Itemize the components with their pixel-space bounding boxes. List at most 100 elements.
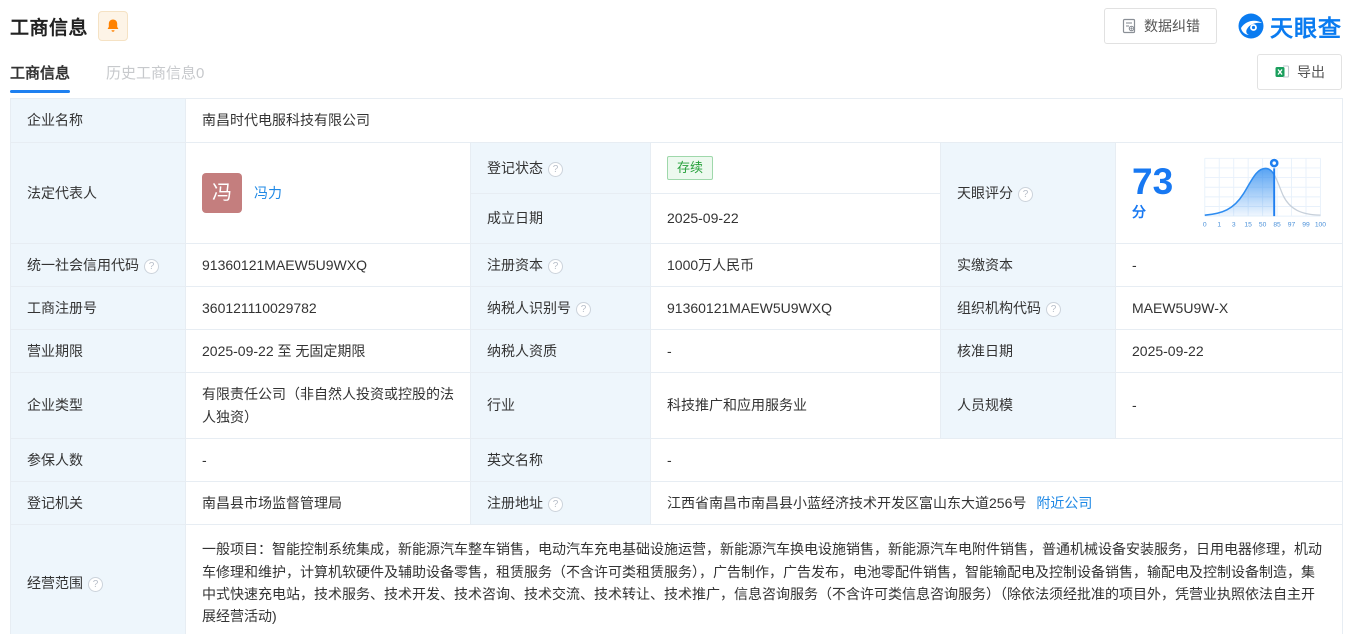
svg-text:99: 99: [1302, 222, 1310, 229]
reg-status-label: 登记状态: [487, 160, 543, 176]
table-row: 统一社会信用代码? 91360121MAEW5U9WXQ 注册资本? 1000万…: [11, 244, 1343, 287]
table-row: 工商注册号 360121110029782 纳税人识别号? 91360121MA…: [11, 287, 1343, 330]
credit-code-value: 91360121MAEW5U9WXQ: [186, 244, 471, 287]
taxpayer-quality-value: -: [651, 330, 941, 373]
score-unit: 分: [1132, 204, 1146, 220]
taxpayer-quality-label: 纳税人资质: [471, 330, 651, 373]
business-scope-label-cell: 经营范围?: [11, 525, 186, 634]
reg-number-value: 360121110029782: [186, 287, 471, 330]
page-title: 工商信息: [10, 13, 88, 40]
tab-history-business-info-label: 历史工商信息0: [106, 62, 204, 83]
tab-business-info[interactable]: 工商信息: [10, 48, 70, 96]
nearby-companies-link[interactable]: 附近公司: [1036, 495, 1092, 511]
svg-text:85: 85: [1273, 222, 1281, 229]
help-icon[interactable]: ?: [1046, 302, 1061, 317]
approval-date-value: 2025-09-22: [1116, 330, 1343, 373]
company-name-label: 企业名称: [11, 99, 186, 143]
status-badge: 存续: [667, 156, 713, 180]
paid-capital-value: -: [1116, 244, 1343, 287]
insured-count-label: 参保人数: [11, 439, 186, 482]
tab-business-info-label: 工商信息: [10, 62, 70, 83]
svg-text:97: 97: [1288, 222, 1296, 229]
tianyancha-logo-icon: [1237, 12, 1265, 40]
data-correction-label: 数据纠错: [1144, 16, 1200, 36]
tab-bar: 工商信息 历史工商信息0 导出: [10, 48, 1342, 96]
help-icon[interactable]: ?: [548, 162, 563, 177]
reg-capital-label-cell: 注册资本?: [471, 244, 651, 287]
industry-value: 科技推广和应用服务业: [651, 373, 941, 439]
export-label: 导出: [1297, 62, 1325, 82]
legal-rep-avatar[interactable]: 冯: [202, 173, 242, 213]
score-cell: 73 分: [1116, 143, 1343, 244]
company-type-label: 企业类型: [11, 373, 186, 439]
table-row: 参保人数 - 英文名称 -: [11, 439, 1343, 482]
score-number: 73 分: [1132, 163, 1187, 223]
table-row: 经营范围? 一般项目：智能控制系统集成，新能源汽车整车销售，电动汽车充电基础设施…: [11, 525, 1343, 634]
industry-label: 行业: [471, 373, 651, 439]
monitor-bell-button[interactable]: [98, 11, 128, 41]
svg-text:50: 50: [1259, 222, 1267, 229]
help-icon[interactable]: ?: [88, 577, 103, 592]
brand-logo[interactable]: 天眼查: [1237, 9, 1342, 43]
bell-icon: [105, 18, 121, 34]
approval-date-label: 核准日期: [941, 330, 1116, 373]
data-correction-button[interactable]: 数据纠错: [1104, 8, 1217, 44]
table-row: 登记机关 南昌县市场监督管理局 注册地址? 江西省南昌市南昌县小蓝经济技术开发区…: [11, 482, 1343, 525]
svg-text:0: 0: [1203, 222, 1207, 229]
establish-date-label: 成立日期: [471, 193, 651, 244]
table-row: 营业期限 2025-09-22 至 无固定期限 纳税人资质 - 核准日期 202…: [11, 330, 1343, 373]
staff-size-value: -: [1116, 373, 1343, 439]
legal-rep-cell: 冯 冯力: [186, 143, 471, 244]
org-code-label: 组织机构代码: [957, 300, 1041, 316]
credit-code-label-cell: 统一社会信用代码?: [11, 244, 186, 287]
business-info-table: 企业名称 南昌时代电服科技有限公司 法定代表人 冯 冯力 登记状态? 存续 天眼…: [10, 98, 1343, 634]
help-icon[interactable]: ?: [548, 497, 563, 512]
legal-rep-link[interactable]: 冯力: [254, 182, 282, 204]
score-distribution-chart: 0 1 3 15 50 85 97 99 100: [1199, 155, 1326, 231]
help-icon[interactable]: ?: [548, 259, 563, 274]
reg-address-cell: 江西省南昌市南昌县小蓝经济技术开发区富山东大道256号附近公司: [651, 482, 1343, 525]
reg-capital-label: 注册资本: [487, 257, 543, 273]
svg-text:3: 3: [1232, 222, 1236, 229]
brand-name: 天眼查: [1270, 9, 1342, 43]
table-row: 法定代表人 冯 冯力 登记状态? 存续 天眼评分? 73分: [11, 143, 1343, 194]
reg-status-value-cell: 存续: [651, 143, 941, 194]
taxpayer-id-value: 91360121MAEW5U9WXQ: [651, 287, 941, 330]
business-info-panel: 工商信息 数据纠错: [0, 0, 1352, 634]
org-code-value: MAEW5U9W-X: [1116, 287, 1343, 330]
legal-rep-label: 法定代表人: [11, 143, 186, 244]
export-button[interactable]: 导出: [1257, 54, 1342, 90]
establish-date-value: 2025-09-22: [651, 193, 941, 244]
table-row: 企业名称 南昌时代电服科技有限公司: [11, 99, 1343, 143]
taxpayer-id-label-cell: 纳税人识别号?: [471, 287, 651, 330]
reg-address-label: 注册地址: [487, 495, 543, 511]
business-scope-label: 经营范围: [27, 575, 83, 591]
reg-authority-label: 登记机关: [11, 482, 186, 525]
business-term-label: 营业期限: [11, 330, 186, 373]
english-name-value: -: [651, 439, 1343, 482]
org-code-label-cell: 组织机构代码?: [941, 287, 1116, 330]
business-term-value: 2025-09-22 至 无固定期限: [186, 330, 471, 373]
excel-icon: [1274, 64, 1290, 80]
data-correction-icon: [1121, 18, 1137, 34]
reg-capital-value: 1000万人民币: [651, 244, 941, 287]
paid-capital-label: 实缴资本: [941, 244, 1116, 287]
english-name-label: 英文名称: [471, 439, 651, 482]
company-name-value: 南昌时代电服科技有限公司: [186, 99, 1343, 143]
insured-count-value: -: [186, 439, 471, 482]
svg-text:1: 1: [1217, 222, 1221, 229]
score-label: 天眼评分: [957, 185, 1013, 201]
credit-code-label: 统一社会信用代码: [27, 257, 139, 273]
table-row: 企业类型 有限责任公司（非自然人投资或控股的法人独资） 行业 科技推广和应用服务…: [11, 373, 1343, 439]
business-scope-value: 一般项目：智能控制系统集成，新能源汽车整车销售，电动汽车充电基础设施运营，新能源…: [186, 525, 1343, 634]
tab-history-business-info[interactable]: 历史工商信息0: [106, 48, 204, 96]
taxpayer-id-label: 纳税人识别号: [487, 300, 571, 316]
help-icon[interactable]: ?: [144, 259, 159, 274]
reg-authority-value: 南昌县市场监督管理局: [186, 482, 471, 525]
company-type-value: 有限责任公司（非自然人投资或控股的法人独资）: [186, 373, 471, 439]
header-right: 数据纠错 天眼查: [1104, 8, 1342, 44]
svg-text:15: 15: [1244, 222, 1252, 229]
help-icon[interactable]: ?: [576, 302, 591, 317]
help-icon[interactable]: ?: [1018, 187, 1033, 202]
score-value: 73: [1132, 161, 1173, 202]
